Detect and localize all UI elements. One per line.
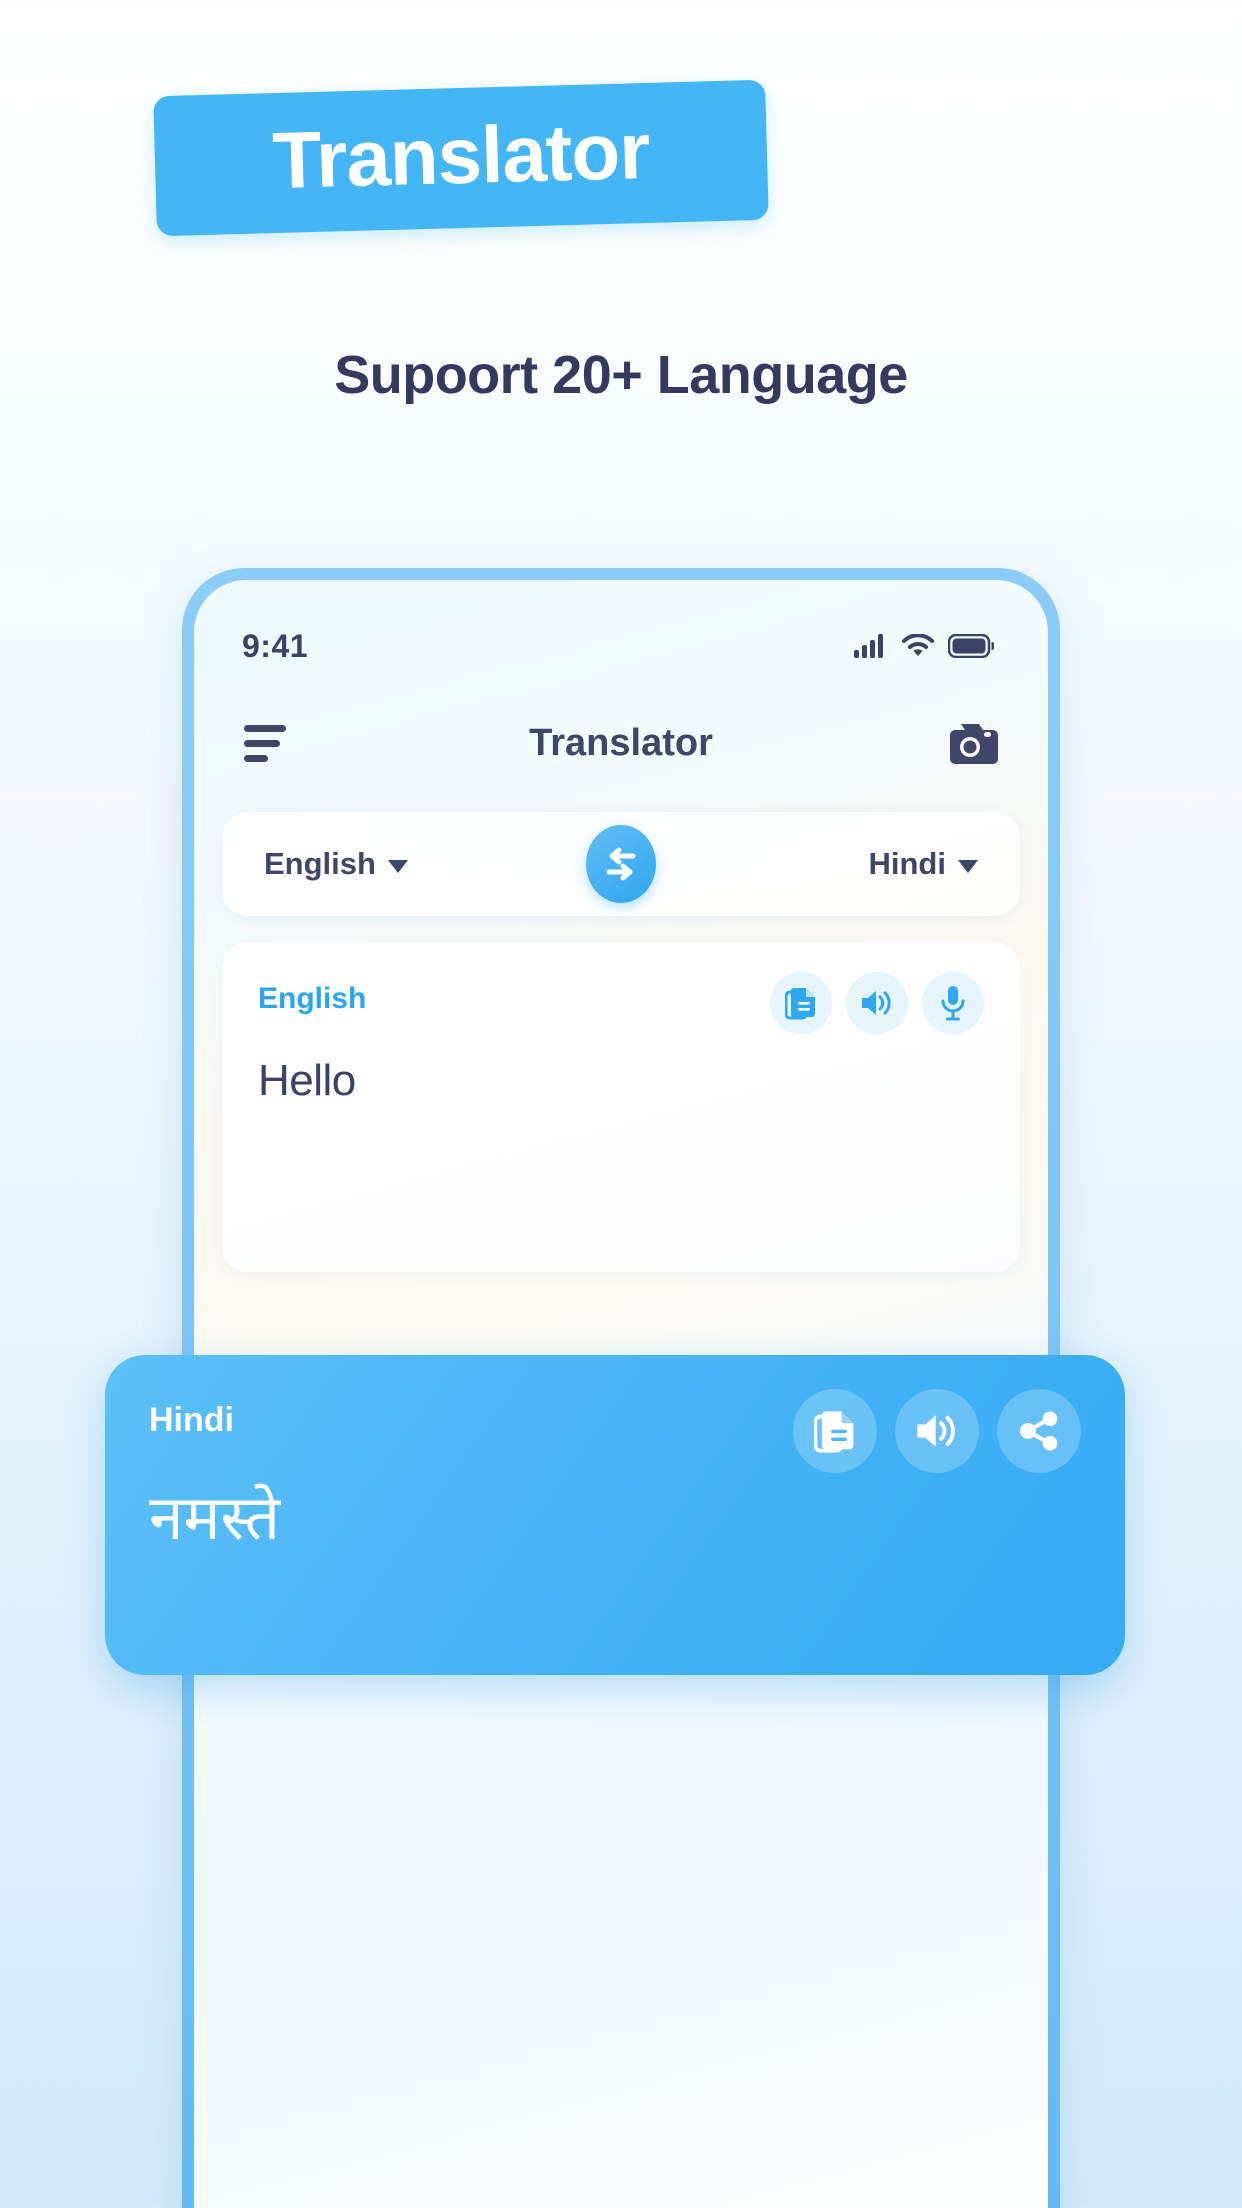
status-bar: 9:41 <box>194 624 1048 668</box>
chevron-down-icon <box>958 859 978 873</box>
source-language-dropdown[interactable]: English <box>264 846 408 882</box>
camera-icon[interactable] <box>942 720 998 766</box>
target-card-actions <box>793 1389 1081 1473</box>
source-card-language-label: English <box>258 982 367 1015</box>
target-language-label: Hindi <box>868 846 947 881</box>
speak-button[interactable] <box>895 1389 979 1473</box>
menu-line-3 <box>244 754 268 762</box>
speaker-icon <box>913 1410 961 1452</box>
source-language-label: English <box>264 846 376 881</box>
promo-subtitle: Supoort 20+ Language <box>334 345 908 405</box>
source-text-card[interactable]: English Hello <box>222 942 1020 1272</box>
wifi-icon <box>902 634 934 658</box>
target-card-language-label: Hindi <box>149 1401 234 1439</box>
copy-icon <box>814 1408 856 1454</box>
language-selector-bar: English Hindi <box>222 812 1020 916</box>
speaker-icon <box>859 987 895 1019</box>
swap-languages-button[interactable] <box>586 825 656 903</box>
target-language-dropdown[interactable]: Hindi <box>868 846 978 882</box>
menu-line-1 <box>244 724 286 732</box>
chevron-down-icon <box>387 859 408 873</box>
app-bar: Translator <box>194 700 1048 786</box>
target-text-card[interactable]: Hindi नमस्ते <box>105 1355 1125 1675</box>
promo-banner-shape: Translator <box>153 79 769 237</box>
status-bar-icons <box>854 634 994 658</box>
target-text-value: नमस्ते <box>149 1484 280 1553</box>
promo-banner-title: Translator <box>271 105 651 206</box>
battery-icon <box>948 634 994 658</box>
menu-line-2 <box>244 739 280 747</box>
source-text-value: Hello <box>258 1056 356 1105</box>
share-button[interactable] <box>997 1389 1081 1473</box>
target-card-header: Hindi <box>149 1389 1081 1473</box>
copy-button[interactable] <box>793 1389 877 1473</box>
copy-button[interactable] <box>770 972 832 1034</box>
source-card-header: English <box>258 972 984 1034</box>
copy-icon <box>785 986 817 1020</box>
share-icon <box>1017 1409 1061 1453</box>
speak-button[interactable] <box>846 972 908 1034</box>
hamburger-menu-icon[interactable] <box>244 724 286 762</box>
source-card-actions <box>770 972 984 1034</box>
microphone-icon <box>939 985 967 1021</box>
cellular-signal-icon <box>854 634 888 658</box>
status-bar-time: 9:41 <box>242 627 309 664</box>
swap-arrows-icon <box>599 844 643 884</box>
promo-banner: Translator <box>153 79 769 237</box>
microphone-button[interactable] <box>922 972 984 1034</box>
app-bar-title: Translator <box>529 721 713 764</box>
